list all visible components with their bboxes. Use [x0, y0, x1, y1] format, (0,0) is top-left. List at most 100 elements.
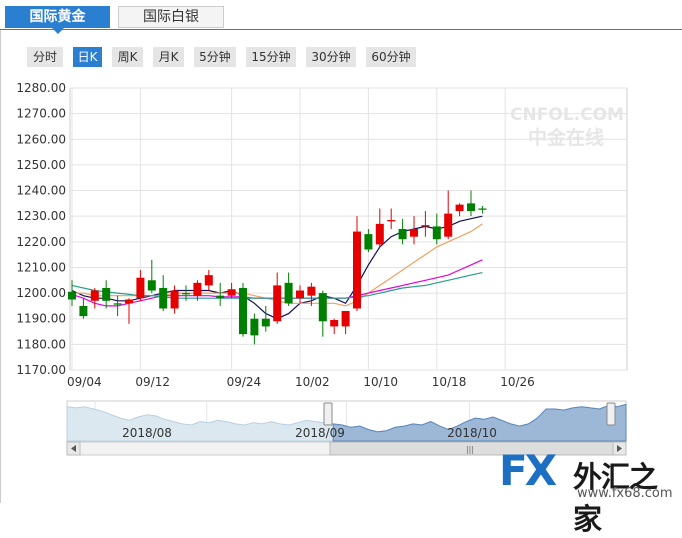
candle: [398, 218, 407, 245]
x-tick-label: 10/26: [500, 375, 535, 389]
x-axis: 09/04 09/12 09/24 10/02 10/10 10/18 10/26: [67, 375, 535, 389]
candle-body: [193, 282, 202, 296]
candle: [432, 213, 441, 245]
x-tick-label: 10/10: [363, 375, 398, 389]
y-tick-label: 1180.00: [16, 337, 66, 351]
candle-body: [102, 287, 111, 301]
candle-body: [353, 231, 361, 309]
y-tick-label: 1200.00: [16, 286, 66, 300]
x-tick-label: 09/24: [227, 375, 262, 389]
candle-body: [410, 229, 418, 237]
y-tick-label: 1280.00: [16, 81, 66, 95]
candle-body: [125, 299, 133, 304]
period-button-timeshare[interactable]: 分时: [27, 47, 63, 67]
x-tick-label: 10/02: [295, 375, 330, 389]
y-tick-label: 1190.00: [16, 312, 66, 326]
watermark: CNFOL.COM 中金在线: [510, 105, 624, 149]
candle-body: [113, 303, 122, 305]
candle: [387, 208, 396, 229]
candle: [353, 216, 361, 312]
candle: [204, 270, 213, 291]
candle-body: [90, 290, 99, 301]
candle-body: [147, 280, 156, 291]
tab-gold[interactable]: 国际黄金: [5, 6, 110, 34]
y-tick-label: 1240.00: [16, 184, 66, 198]
period-button-daily[interactable]: 日K: [73, 47, 102, 67]
candle: [307, 282, 316, 306]
y-tick-label: 1210.00: [16, 260, 66, 274]
candle: [375, 208, 384, 247]
candle-body: [261, 318, 270, 327]
candle: [147, 259, 156, 294]
period-button-15min[interactable]: 15分钟: [246, 47, 296, 67]
candle-body: [478, 208, 487, 210]
candle: [170, 285, 179, 314]
navigator-right-handle[interactable]: [606, 402, 616, 426]
candle: [341, 311, 350, 335]
candle-body: [136, 277, 145, 299]
candle: [478, 205, 487, 214]
candle: [364, 229, 373, 253]
brand-logo: FX 外汇之家 www.fx68.com: [495, 446, 682, 536]
candle: [421, 211, 430, 237]
candle-body: [273, 285, 282, 322]
period-button-60min[interactable]: 60分钟: [366, 47, 416, 67]
tab-silver[interactable]: 国际白银: [118, 6, 224, 28]
candle-body: [330, 320, 339, 327]
candle: [318, 290, 327, 337]
period-button-30min[interactable]: 30分钟: [306, 47, 356, 67]
candle-body: [364, 234, 373, 250]
period-button-5min[interactable]: 5分钟: [194, 47, 236, 67]
navigator-left-handle[interactable]: [323, 402, 333, 426]
period-button-weekly[interactable]: 周K: [112, 47, 143, 67]
y-axis: 1280.00 1270.00 1260.00 1250.00 1240.00 1230.…: [16, 81, 66, 377]
candle: [216, 282, 225, 306]
candle: [136, 270, 145, 301]
candle-body: [204, 275, 213, 286]
x-tick-label: 10/18: [432, 375, 467, 389]
candle: [410, 216, 418, 245]
watermark-top: CNFOL.COM: [510, 105, 624, 125]
candle: [90, 287, 99, 309]
candle: [102, 280, 111, 309]
candle-body: [318, 293, 327, 322]
y-tick-label: 1270.00: [16, 107, 66, 121]
x-tick-label: 09/04: [67, 375, 102, 389]
candle-body: [421, 225, 430, 227]
candle-body: [182, 293, 190, 295]
candle-body: [455, 204, 464, 212]
candle: [455, 203, 464, 217]
candle-body: [239, 287, 247, 335]
candle-body: [341, 311, 350, 327]
candle: [444, 190, 453, 240]
candle-body: [216, 295, 225, 299]
y-tick-label: 1260.00: [16, 132, 66, 146]
candle-body: [250, 318, 259, 336]
candle-body: [227, 289, 236, 296]
y-tick-label: 1230.00: [16, 209, 66, 223]
watermark-bottom: 中金在线: [528, 126, 604, 149]
candle-body: [170, 290, 179, 309]
candle: [79, 298, 88, 319]
candle: [68, 280, 76, 306]
tab-bar: 国际黄金 国际白银: [0, 0, 682, 34]
period-button-monthly[interactable]: 月K: [153, 47, 184, 67]
y-tick-label: 1170.00: [16, 363, 66, 377]
candle: [273, 272, 282, 324]
candle-body: [387, 220, 396, 222]
candle-body: [398, 229, 407, 240]
brand-fx: FX: [499, 446, 557, 495]
candle: [467, 190, 475, 217]
candle-body: [159, 287, 168, 309]
x-tick-label: 09/12: [135, 375, 170, 389]
navigator-date-label: 2018/10: [447, 426, 497, 440]
candle-body: [284, 282, 293, 304]
candle: [227, 282, 236, 299]
navigator-date-label: 2018/08: [122, 426, 172, 440]
candle: [296, 285, 304, 304]
candle: [239, 282, 247, 337]
candlestick-chart: CNFOL.COM 中金在线 1280.00 1270.00 1260.00 1250…: [16, 81, 628, 389]
y-tick-label: 1250.00: [16, 158, 66, 172]
scrollbar-grip-icon: |||: [466, 445, 474, 454]
candle-body: [296, 290, 304, 299]
